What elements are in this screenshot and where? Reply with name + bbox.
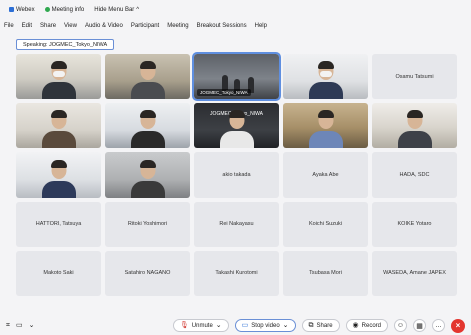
participant-figure bbox=[41, 159, 76, 198]
participant-name: Osamu Tatsumi bbox=[395, 73, 434, 80]
share-screen-icon: ⧉ bbox=[308, 322, 314, 329]
chevron-up-icon: ^ bbox=[136, 6, 140, 13]
participant-name-tile[interactable]: HATTORI, Tatsuya bbox=[16, 201, 101, 247]
participant-video-tile[interactable] bbox=[283, 103, 368, 149]
close-icon: × bbox=[455, 321, 461, 330]
participant-video-tile[interactable] bbox=[105, 54, 190, 100]
speaking-indicator: Speaking: JOGMEC_Tokyo_NIWA bbox=[16, 39, 115, 50]
participant-name-tile[interactable]: Ayaka Abe bbox=[283, 152, 368, 198]
menu-view[interactable]: View bbox=[64, 23, 77, 29]
participant-video-tile[interactable] bbox=[283, 54, 368, 100]
participant-figure bbox=[308, 61, 343, 100]
participant-name-tile[interactable]: Koichi Suzuki bbox=[283, 201, 368, 247]
participant-video-tile[interactable] bbox=[16, 103, 101, 149]
menu-help[interactable]: Help bbox=[255, 23, 267, 29]
apps-button[interactable]: ▦ bbox=[413, 319, 426, 332]
chevron-down-icon[interactable]: ⌄ bbox=[29, 322, 35, 329]
menu-edit[interactable]: Edit bbox=[22, 23, 32, 29]
video-camera-icon: ▭ bbox=[241, 322, 249, 329]
menu-file[interactable]: File bbox=[4, 23, 14, 29]
participant-figure bbox=[219, 110, 254, 149]
participant-name: Makoto Saki bbox=[43, 270, 74, 277]
more-label: ... bbox=[435, 322, 442, 329]
participant-name-tile[interactable]: Makoto Saki bbox=[16, 250, 101, 296]
participant-figure bbox=[308, 110, 343, 149]
participant-grid: JOGMEC_Tokyo_NIWA Osamu Tatsumi JOGMEC_T… bbox=[16, 51, 457, 296]
chat-icon[interactable]: ▭ bbox=[16, 322, 23, 329]
participant-video-tile[interactable] bbox=[105, 152, 190, 198]
layout-icon[interactable]: ⌗ bbox=[6, 322, 10, 329]
meeting-controls-bar: ⌗ ▭ ⌄ 🎙 Unmute ⌄ ▭ Stop video ⌄ ⧉ Share … bbox=[0, 316, 471, 335]
webex-label: Webex bbox=[16, 6, 35, 13]
record-label: Record bbox=[361, 322, 381, 329]
participant-name-tile[interactable]: Osamu Tatsumi bbox=[372, 54, 457, 100]
meeting-info-label: Meeting info bbox=[51, 6, 85, 13]
participant-name-caption: JOGMEC_Tokyo_NIWA bbox=[197, 89, 251, 97]
info-icon bbox=[44, 7, 50, 12]
participant-name: Satahiro NAGANO bbox=[124, 270, 171, 277]
record-icon: ◉ bbox=[352, 322, 359, 329]
participant-name: WASEDA, Amane JAPEX bbox=[383, 270, 446, 277]
hide-menu-bar-button[interactable]: Hide Menu Bar ^ bbox=[94, 7, 139, 13]
microphone-muted-icon: 🎙 bbox=[179, 322, 189, 329]
reactions-icon: ☺ bbox=[396, 322, 405, 329]
participant-figure bbox=[41, 61, 76, 100]
participant-figure bbox=[130, 159, 165, 198]
top-bar: Webex Meeting info Hide Menu Bar ^ bbox=[0, 0, 471, 19]
participant-name-tile[interactable]: Satahiro NAGANO bbox=[105, 250, 190, 296]
participant-video-tile[interactable] bbox=[105, 103, 190, 149]
participant-name: Ayaka Abe bbox=[312, 171, 339, 178]
share-button[interactable]: ⧉ Share bbox=[301, 319, 340, 332]
participant-name: Koichi Suzuki bbox=[308, 221, 343, 228]
participant-name-tile[interactable]: Ritoki Yoshimori bbox=[105, 201, 190, 247]
participant-name: HADA, SDC bbox=[399, 171, 430, 178]
participant-name: Takashi Kurotomi bbox=[215, 270, 258, 277]
participant-video-tile[interactable] bbox=[16, 152, 101, 198]
menu-bar: File Edit Share View Audio & Video Parti… bbox=[0, 19, 471, 33]
participant-figure bbox=[41, 110, 76, 149]
menu-participant[interactable]: Participant bbox=[131, 23, 159, 29]
participant-name: HATTORI, Tatsuya bbox=[35, 221, 82, 228]
participant-video-tile[interactable] bbox=[372, 103, 457, 149]
apps-icon: ▦ bbox=[416, 322, 423, 330]
unmute-button[interactable]: 🎙 Unmute ⌄ bbox=[172, 319, 229, 332]
record-button[interactable]: ◉ Record bbox=[345, 319, 388, 332]
participant-name-tile[interactable]: HADA, SDC bbox=[372, 152, 457, 198]
menu-audio-video[interactable]: Audio & Video bbox=[85, 23, 123, 29]
speaking-label: Speaking: JOGMEC_Tokyo_NIWA bbox=[23, 41, 108, 48]
participant-figure bbox=[130, 110, 165, 149]
participant-video-tile[interactable]: JOGMEC_Tokyo_NIWA bbox=[194, 103, 279, 149]
participant-figure bbox=[397, 110, 432, 149]
participant-name-tile[interactable]: KOIKE Yotaro bbox=[372, 201, 457, 247]
participant-name: Tsubasa Mori bbox=[309, 270, 342, 277]
participant-name-tile[interactable]: WASEDA, Amane JAPEX bbox=[372, 250, 457, 296]
participant-name-tile[interactable]: Takashi Kurotomi bbox=[194, 250, 279, 296]
participant-name: Rei Nakayasu bbox=[219, 221, 254, 228]
participant-name-tile[interactable]: Rei Nakayasu bbox=[194, 201, 279, 247]
reactions-button[interactable]: ☺ bbox=[394, 319, 407, 332]
menu-share[interactable]: Share bbox=[40, 23, 56, 29]
participant-figure bbox=[130, 61, 165, 100]
hide-menu-bar-label: Hide Menu Bar bbox=[94, 6, 135, 13]
participant-name: akio takada bbox=[222, 171, 251, 178]
participant-name: Ritoki Yoshimori bbox=[127, 221, 168, 228]
more-options-button[interactable]: ... bbox=[432, 319, 445, 332]
webex-icon bbox=[9, 7, 14, 12]
participant-name-tile[interactable]: Tsubasa Mori bbox=[283, 250, 368, 296]
chevron-down-icon: ⌄ bbox=[215, 322, 222, 329]
chevron-down-icon: ⌄ bbox=[282, 322, 289, 329]
stop-video-label: Stop video bbox=[251, 322, 280, 329]
end-meeting-button[interactable]: × bbox=[451, 318, 465, 333]
share-label: Share bbox=[316, 322, 333, 329]
unmute-label: Unmute bbox=[191, 322, 213, 329]
participant-video-tile[interactable] bbox=[16, 54, 101, 100]
active-speaker-tile[interactable]: JOGMEC_Tokyo_NIWA bbox=[192, 51, 281, 102]
participant-name: KOIKE Yotaro bbox=[397, 221, 432, 228]
webex-indicator[interactable]: Webex bbox=[9, 7, 35, 13]
stop-video-button[interactable]: ▭ Stop video ⌄ bbox=[234, 319, 296, 332]
participant-name-tile[interactable]: akio takada bbox=[194, 152, 279, 198]
menu-breakout-sessions[interactable]: Breakout Sessions bbox=[197, 23, 247, 29]
meeting-info-button[interactable]: Meeting info bbox=[44, 6, 85, 13]
menu-meeting[interactable]: Meeting bbox=[167, 23, 188, 29]
